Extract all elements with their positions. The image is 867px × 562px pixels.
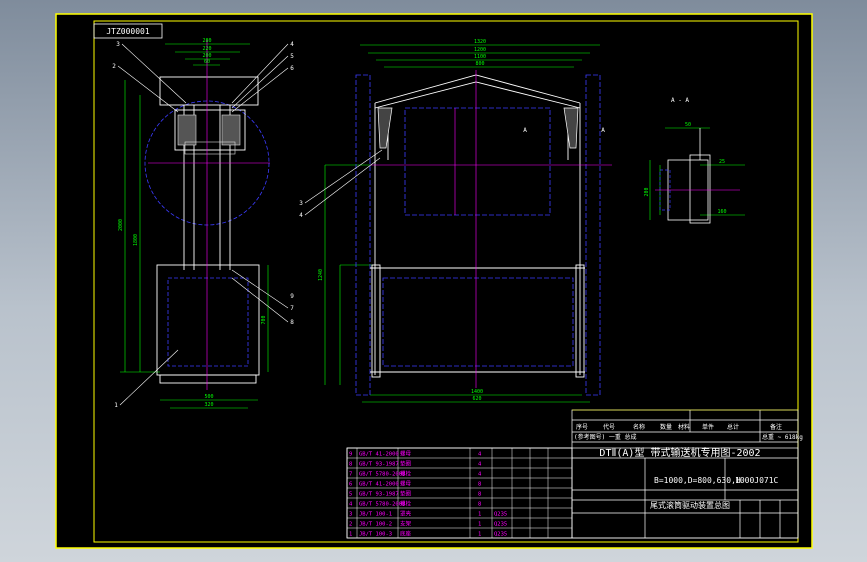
side-dimension-label: 700 <box>261 315 267 324</box>
parts-table-cell: Q235 <box>494 532 507 538</box>
parts-table-cell: 3 <box>349 512 352 518</box>
spec-label: B=1000,D=800,630,H <box>654 476 741 485</box>
parts-table-cell: GB/T 5780-2000 <box>359 472 405 478</box>
part-balloon-label: 2 <box>112 63 116 70</box>
side-dimension-label: 500 <box>204 394 213 400</box>
parts-table-cell: JB/T 100-2 <box>359 522 392 528</box>
parts-table-cell: 螺母 <box>400 480 412 488</box>
part-balloon-label: 3 <box>299 200 303 207</box>
parts-table-cell: 9 <box>349 452 352 458</box>
front-dimension-label: 620 <box>472 396 481 402</box>
part-balloon-label: 4 <box>290 41 294 48</box>
side-dimension-label: 2000 <box>118 219 124 231</box>
part-balloon-label: 6 <box>290 65 294 72</box>
parts-table-cell: 螺栓 <box>400 470 412 478</box>
front-dimension-label: 1240 <box>318 269 324 281</box>
parts-table-cell: GB/T 5780-2000 <box>359 502 405 508</box>
side-dimension-label: 320 <box>204 402 213 408</box>
title-row-label: 数量 <box>660 423 672 431</box>
parts-table-cell: 7 <box>349 472 352 478</box>
side-dimension-label: 280 <box>202 38 211 44</box>
drawing-code: JTZ000001 <box>106 27 150 36</box>
part-balloon-label: 8 <box>290 319 294 326</box>
title-row-label: 序号 <box>576 423 588 431</box>
parts-table-cell: 5 <box>349 492 352 498</box>
section-dimension-label: 200 <box>644 187 650 196</box>
part-balloon-label: 9 <box>290 293 294 300</box>
side-dimension-label: 1800 <box>133 234 139 246</box>
parts-table-cell: 6 <box>349 482 352 488</box>
part-balloon-label: 7 <box>290 305 294 312</box>
parts-table-cell: Q235 <box>494 512 507 518</box>
part-balloon-label: 4 <box>299 212 303 219</box>
parts-table-cell: 垫圈 <box>400 490 412 498</box>
parts-table-cell: 8 <box>478 482 481 488</box>
front-dimension-label: 800 <box>475 61 484 67</box>
part-name: 尾式滚筒驱动装置总图 <box>650 500 730 510</box>
title-row-label: 总计 <box>727 423 739 431</box>
title-header-note: (参考图号) 一重 总成 <box>574 433 636 441</box>
title-row-label: 材料 <box>678 423 690 431</box>
side-dimension-label: 220 <box>202 46 211 52</box>
drawing-title: DTⅡ(A)型 带式输送机专用图-2002 <box>599 446 760 459</box>
parts-table-cell: 螺栓 <box>400 500 412 508</box>
parts-table-cell: GB/T 93-1987 <box>359 492 399 498</box>
front-dimension-label: 1320 <box>474 39 486 45</box>
parts-table-cell: 1 <box>478 512 481 518</box>
front-dimension-label: 1400 <box>471 389 483 395</box>
part-balloon-label: 1 <box>114 402 118 409</box>
title-row-label: 名称 <box>633 423 645 431</box>
part-balloon-label: 3 <box>116 41 120 48</box>
parts-table-cell: 垫圈 <box>400 460 412 468</box>
cad-drawing-canvas[interactable]: JTZ000001 A - A (参考图号) 一重 总成 总重 ~ 618kg … <box>0 0 867 562</box>
drawing-number: 1000J071C <box>735 476 779 485</box>
section-dimension-label: 50 <box>685 122 691 128</box>
parts-table-cell: GB/T 41-2000 <box>359 452 399 458</box>
parts-table-cell: JB/T 100-3 <box>359 532 392 538</box>
parts-table-cell: 螺母 <box>400 450 412 458</box>
weight-label: 总重 ~ 618kg <box>762 433 803 441</box>
cad-viewer: JTZ000001 A - A (参考图号) 一重 总成 总重 ~ 618kg … <box>0 0 867 562</box>
parts-table-cell: 8 <box>478 502 481 508</box>
parts-table-cell: 8 <box>349 462 352 468</box>
side-dimension-label: 60 <box>204 59 210 65</box>
parts-table-cell: 1 <box>478 532 481 538</box>
title-row-label: 代号 <box>603 423 615 431</box>
parts-table-cell: JB/T 100-1 <box>359 512 392 518</box>
parts-table-cell: GB/T 41-2000 <box>359 482 399 488</box>
section-label: A - A <box>671 97 689 104</box>
title-row-label: 单件 <box>702 423 714 431</box>
parts-table-cell: 1 <box>349 532 352 538</box>
parts-table-cell: 2 <box>349 522 352 528</box>
section-dimension-label: 160 <box>717 209 726 215</box>
front-dimension-label: 1200 <box>474 47 486 53</box>
parts-table-cell: GB/T 93-1987 <box>359 462 399 468</box>
part-balloon-label: 5 <box>290 53 294 60</box>
parts-table-cell: 1 <box>478 522 481 528</box>
title-row-label: 备注 <box>770 423 782 431</box>
parts-table-cell: Q235 <box>494 522 507 528</box>
section-dimension-label: 25 <box>719 159 725 165</box>
parts-table-cell: 8 <box>478 492 481 498</box>
parts-table-cell: 底座 <box>400 530 412 538</box>
parts-table-cell: 支架 <box>400 520 412 528</box>
section-mark: A <box>601 127 605 134</box>
parts-table-cell: 罩壳 <box>400 510 412 518</box>
section-mark: A <box>523 127 527 134</box>
front-dimension-label: 1100 <box>474 54 486 60</box>
